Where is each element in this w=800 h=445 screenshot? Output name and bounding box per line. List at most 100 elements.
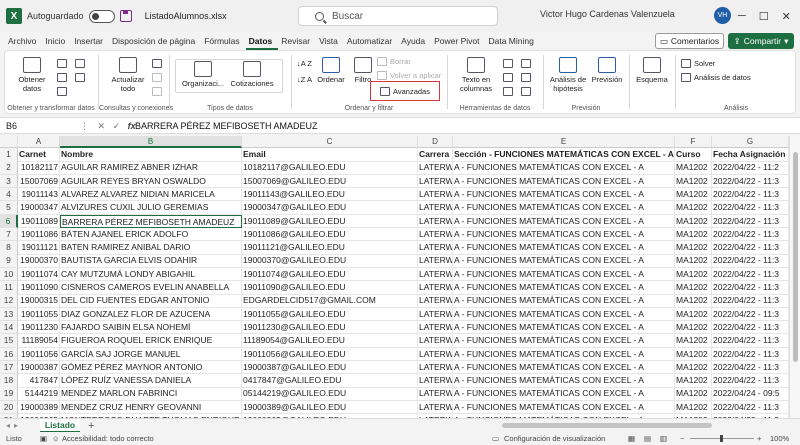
table-cell[interactable]: LATERW — [418, 201, 453, 215]
row-header[interactable]: 16 — [0, 347, 18, 361]
table-cell[interactable]: 2022/04/22 - 11:3 — [712, 360, 789, 375]
what-if-button[interactable]: Análisis de hipótesis — [547, 57, 589, 93]
table-cell[interactable]: 05144219@GALILEO.EDU — [242, 387, 418, 401]
table-cell[interactable]: A - FUNCIONES MATEMÁTICAS CON EXCEL - A — [453, 307, 675, 322]
table-cell[interactable]: MA1202 — [675, 254, 712, 268]
table-cell[interactable]: AGUILAR REYES BRYAN OSWALDO — [60, 174, 242, 189]
column-header-c[interactable]: C — [242, 136, 418, 148]
table-cell[interactable]: A - FUNCIONES MATEMÁTICAS CON EXCEL - A — [453, 214, 675, 228]
table-cell[interactable]: LATERW — [418, 294, 453, 308]
tab-automatizar[interactable]: Automatizar — [344, 32, 398, 50]
table-cell[interactable]: A - FUNCIONES MATEMÁTICAS CON EXCEL - A — [453, 400, 675, 415]
sort-az-button[interactable]: ↓A Z — [297, 59, 312, 68]
table-cell[interactable]: 2022/04/22 - 11:3 — [712, 267, 789, 282]
table-cell[interactable]: A - FUNCIONES MATEMÁTICAS CON EXCEL - A — [453, 267, 675, 282]
table-cell[interactable]: LATERW — [418, 241, 453, 255]
sort-button[interactable]: Ordenar — [315, 57, 347, 84]
forecast-sheet-button[interactable]: Previsión — [589, 57, 625, 84]
table-cell[interactable]: MA1202 — [675, 400, 712, 415]
row-header[interactable]: 9 — [0, 254, 18, 268]
table-cell[interactable]: FIGUEROA ROQUEL ERICK ENRIQUE — [60, 334, 242, 348]
row-header[interactable]: 14 — [0, 320, 18, 335]
table-cell[interactable]: A - FUNCIONES MATEMÁTICAS CON EXCEL - A — [453, 174, 675, 189]
table-cell[interactable]: BAUTISTA GARCIA ELVIS ODAHIR — [60, 254, 242, 268]
header-cell[interactable]: Email — [242, 148, 418, 162]
table-cell[interactable]: 2022/04/22 - 11:3 — [712, 201, 789, 215]
table-cell[interactable]: GÓMEZ PÉREZ MAYNOR ANTONIO — [60, 360, 242, 375]
table-cell[interactable]: 2022/04/22 - 11:3 — [712, 334, 789, 348]
table-cell[interactable]: LATERW — [418, 320, 453, 335]
table-cell[interactable]: 2022/04/22 - 11:3 — [712, 374, 789, 388]
row-header[interactable]: 6 — [0, 214, 18, 228]
tab-data-mining[interactable]: Data Mining — [485, 32, 539, 50]
table-cell[interactable]: A - FUNCIONES MATEMÁTICAS CON EXCEL - A — [453, 201, 675, 215]
table-cell[interactable]: LATERW — [418, 334, 453, 348]
table-cell[interactable]: 2022/04/22 - 11:3 — [712, 294, 789, 308]
enter-icon[interactable]: ✓ — [113, 121, 121, 131]
avatar[interactable]: VH — [714, 7, 731, 24]
table-cell[interactable]: CAY MUTZUMÁ LONDY ABIGAHIL — [60, 267, 242, 282]
table-cell[interactable]: 2022/04/22 - 11:3 — [712, 241, 789, 255]
page-layout-icon[interactable]: ▤ — [644, 432, 651, 445]
table-cell[interactable]: 2022/04/22 - 11:3 — [712, 320, 789, 335]
table-cell[interactable]: 2022/04/22 - 11:3 — [712, 400, 789, 415]
queries-button[interactable] — [152, 59, 162, 68]
row-header[interactable]: 15 — [0, 334, 18, 348]
sort-za-button[interactable]: ↓Z A — [297, 75, 312, 84]
table-cell[interactable]: MA1202 — [675, 347, 712, 361]
macro-record-icon[interactable]: ▣ — [40, 432, 47, 445]
row-header[interactable]: 2 — [0, 161, 18, 175]
table-cell[interactable]: 2022/04/22 - 11:3 — [712, 347, 789, 361]
organizations-type-button[interactable]: Organizaci... — [179, 61, 227, 88]
column-header-a[interactable]: A — [18, 136, 60, 148]
formula-input[interactable]: BARRERA PÉREZ MEFIBOSETH AMADEUZ — [135, 119, 318, 133]
table-cell[interactable]: 10182117@GALILEO.EDU — [242, 161, 418, 175]
table-cell[interactable]: 15007069 — [18, 174, 60, 189]
from-table-button[interactable] — [57, 87, 67, 96]
refresh-all-button[interactable]: Actualizar todo — [108, 57, 148, 93]
row-header[interactable]: 5 — [0, 201, 18, 215]
edit-links-button[interactable] — [152, 87, 162, 96]
row-header[interactable]: 11 — [0, 281, 18, 295]
advanced-filter-button[interactable]: Avanzadas — [370, 81, 440, 101]
tab-fórmulas[interactable]: Fórmulas — [201, 32, 245, 50]
table-cell[interactable]: MA1202 — [675, 307, 712, 322]
table-cell[interactable]: LATERW — [418, 281, 453, 295]
table-cell[interactable]: 19000389@GALILEO.EDU — [242, 400, 418, 415]
column-header-f[interactable]: F — [675, 136, 712, 148]
add-sheet-icon[interactable]: + — [88, 419, 94, 433]
table-cell[interactable]: 19000370 — [18, 254, 60, 268]
header-cell[interactable]: Curso — [675, 148, 712, 162]
table-cell[interactable]: MENDEZ CRUZ HENRY GEOVANNI — [60, 400, 242, 415]
table-cell[interactable]: LATERW — [418, 360, 453, 375]
table-cell[interactable]: A - FUNCIONES MATEMÁTICAS CON EXCEL - A — [453, 241, 675, 255]
horizontal-scrollbar[interactable] — [490, 423, 790, 429]
row-header[interactable]: 10 — [0, 267, 18, 282]
table-cell[interactable]: 19000387@GALILEO.EDU — [242, 360, 418, 375]
table-cell[interactable]: 19011056@GALILEO.EDU — [242, 347, 418, 361]
row-header[interactable]: 7 — [0, 227, 18, 242]
table-cell[interactable]: 2022/04/22 - 11:2 — [712, 161, 789, 175]
table-cell[interactable]: 2022/04/22 - 11:3 — [712, 307, 789, 322]
table-cell[interactable]: 19011089@GALILEO.EDU — [242, 214, 418, 228]
table-cell[interactable]: MA1202 — [675, 320, 712, 335]
filter-button[interactable]: Filtro — [351, 57, 375, 84]
table-cell[interactable]: LATERW — [418, 187, 453, 202]
table-cell[interactable]: ALVIZURES CUXIL JULIO GEREMIAS — [60, 201, 242, 215]
data-analysis-button[interactable]: Análisis de datos — [681, 73, 751, 82]
data-validation-button[interactable] — [503, 87, 513, 96]
table-cell[interactable]: 19000347 — [18, 201, 60, 215]
table-cell[interactable]: A - FUNCIONES MATEMÁTICAS CON EXCEL - A — [453, 334, 675, 348]
table-cell[interactable]: MA1202 — [675, 334, 712, 348]
table-cell[interactable]: 19011074@GALILEO.EDU — [242, 267, 418, 282]
table-cell[interactable]: 19000389 — [18, 400, 60, 415]
table-cell[interactable]: MA1202 — [675, 360, 712, 375]
header-cell[interactable]: Fecha Asignación — [712, 148, 789, 162]
row-header[interactable]: 13 — [0, 307, 18, 322]
table-cell[interactable]: A - FUNCIONES MATEMÁTICAS CON EXCEL - A — [453, 387, 675, 401]
table-cell[interactable]: 19011055@GALILEO.EDU — [242, 307, 418, 322]
table-cell[interactable]: 2022/04/22 - 11:3 — [712, 254, 789, 268]
table-cell[interactable]: 19000315 — [18, 294, 60, 308]
table-cell[interactable]: 2022/04/22 - 11:3 — [712, 227, 789, 242]
zoom-in-icon[interactable]: + — [757, 432, 761, 445]
